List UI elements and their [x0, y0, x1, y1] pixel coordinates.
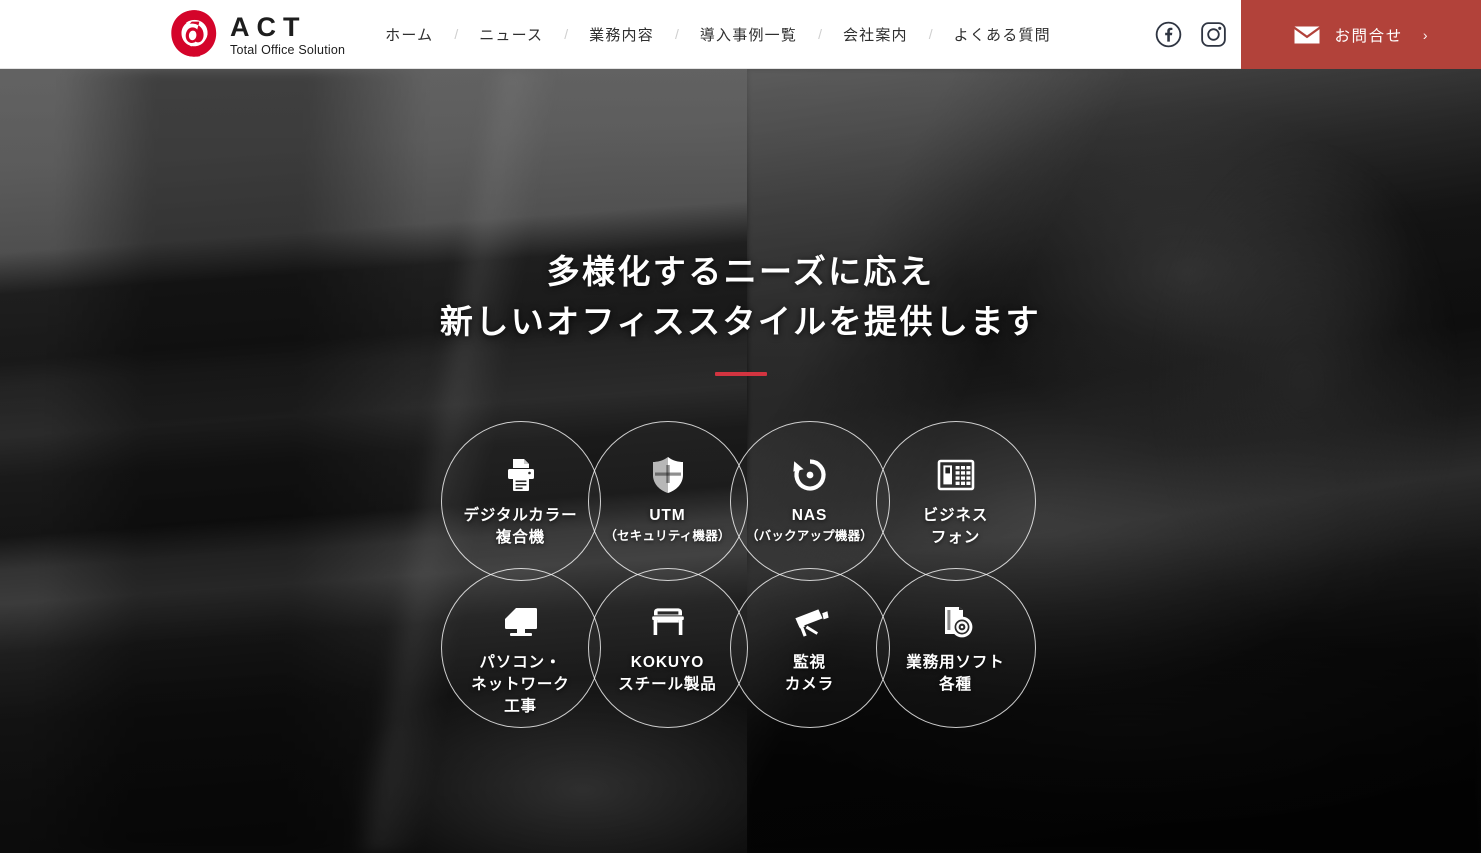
site-logo[interactable]: ACT Total Office Solution [168, 0, 345, 68]
service-subtitle: （バックアップ機器） [745, 529, 873, 543]
service-title-line2: 各種 [939, 676, 972, 693]
social-links [1155, 0, 1227, 68]
facebook-icon[interactable] [1155, 21, 1182, 48]
service-circle-label: デジタルカラー 複合機 [457, 505, 583, 549]
service-circle-label: 業務用ソフト 各種 [900, 652, 1010, 696]
service-title-line2: カメラ [784, 676, 835, 693]
steel-desk-icon [648, 602, 688, 642]
service-row-2: パソコン・ ネットワーク 工事 KOKUYO スチール製品 監視 カメラ 業務用… [440, 568, 1041, 728]
nav-separator: / [454, 26, 459, 42]
service-title: KOKUYO [630, 654, 705, 671]
service-circle-pc-network[interactable]: パソコン・ ネットワーク 工事 [440, 568, 601, 728]
hero-section: 多様化するニーズに応え 新しいオフィススタイルを提供します デジタルカラー 複合… [0, 69, 1481, 853]
nav-separator: / [564, 26, 569, 42]
service-circle-label: KOKUYO スチール製品 [612, 652, 722, 696]
service-circle-label: 監視 カメラ [779, 652, 840, 696]
nav-item-case-studies[interactable]: 導入事例一覧 [698, 24, 799, 45]
service-circle-business-software[interactable]: 業務用ソフト 各種 [875, 568, 1036, 728]
site-header: ACT Total Office Solution ホーム / ニュース / 業… [0, 0, 1481, 69]
service-circle-digital-color-mfp[interactable]: デジタルカラー 複合機 [440, 421, 601, 581]
logo-name: ACT [230, 11, 307, 42]
service-circle-label: ビジネス フォン [917, 505, 995, 549]
security-camera-icon [790, 602, 830, 642]
service-title-line2: ネットワーク [471, 676, 570, 693]
nav-item-company[interactable]: 会社案内 [841, 24, 910, 45]
nav-item-services[interactable]: 業務内容 [587, 24, 656, 45]
nav-separator: / [674, 26, 679, 42]
shield-icon [648, 455, 688, 495]
service-circle-business-phone[interactable]: ビジネス フォン [875, 421, 1036, 581]
chevron-right-icon: › [1422, 26, 1428, 43]
nav-item-home[interactable]: ホーム [383, 24, 435, 45]
service-title: デジタルカラー [463, 507, 578, 524]
nav-item-faq[interactable]: よくある質問 [952, 24, 1053, 45]
service-title: UTM [649, 507, 686, 524]
act-spiral-logo-icon [171, 10, 217, 57]
service-title-line2: 複合機 [495, 529, 546, 546]
service-subtitle: （セキュリティ機器） [604, 529, 731, 543]
service-title: ビジネス [922, 507, 989, 524]
service-circle-kokuyo-steel[interactable]: KOKUYO スチール製品 [587, 568, 748, 728]
service-title-line2: スチール製品 [618, 676, 717, 693]
logo-wordmark: ACT Total Office Solution [230, 12, 345, 57]
service-title-line3: 工事 [504, 698, 537, 715]
service-title: パソコン・ [479, 654, 562, 671]
service-circle-grid: デジタルカラー 複合機 UTM （セキュリティ機器） NAS （バックアップ機器… [440, 421, 1041, 728]
service-circle-security-camera[interactable]: 監視 カメラ [729, 568, 890, 728]
hero-title-line2: 新しいオフィススタイルを提供します [439, 303, 1042, 341]
logo-tagline: Total Office Solution [230, 42, 346, 57]
desk-phone-icon [936, 455, 976, 495]
printer-icon [501, 455, 541, 495]
page-root: ACT Total Office Solution ホーム / ニュース / 業… [0, 0, 1481, 853]
service-title-line2: フォン [930, 529, 981, 546]
software-disc-icon [936, 602, 976, 642]
hero-title-underline [714, 371, 767, 376]
service-circle-nas[interactable]: NAS （バックアップ機器） [729, 421, 890, 581]
backup-restore-icon [790, 455, 830, 495]
service-circle-label: UTM （セキュリティ機器） [598, 505, 736, 546]
monitor-icon [501, 602, 541, 642]
nav-item-news[interactable]: ニュース [477, 24, 545, 45]
service-title: NAS [791, 507, 828, 524]
hero-title: 多様化するニーズに応え 新しいオフィススタイルを提供します [440, 247, 1041, 348]
hero-title-line1: 多様化するニーズに応え [546, 253, 935, 290]
mail-envelope-icon [1294, 26, 1320, 44]
service-row-1: デジタルカラー 複合機 UTM （セキュリティ機器） NAS （バックアップ機器… [440, 421, 1041, 581]
contact-button[interactable]: お問合せ › [1241, 0, 1481, 69]
service-title: 業務用ソフト [906, 654, 1005, 671]
contact-button-label: お問合せ [1334, 27, 1403, 45]
nav-separator: / [928, 26, 933, 42]
instagram-icon[interactable] [1200, 21, 1227, 48]
main-navigation: ホーム / ニュース / 業務内容 / 導入事例一覧 / 会社案内 / よくある… [383, 0, 1053, 68]
service-title: 監視 [793, 654, 826, 671]
service-circle-label: パソコン・ ネットワーク 工事 [465, 652, 575, 718]
nav-separator: / [818, 26, 822, 42]
service-circle-label: NAS （バックアップ機器） [740, 505, 879, 546]
service-circle-utm[interactable]: UTM （セキュリティ機器） [587, 421, 748, 581]
